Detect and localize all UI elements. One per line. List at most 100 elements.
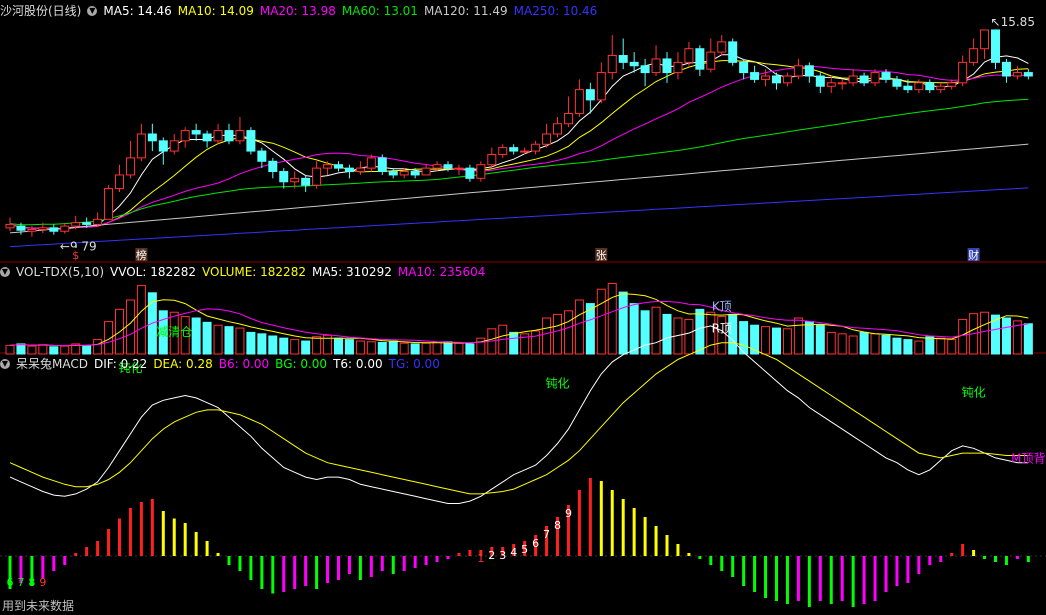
macd-bar (293, 556, 297, 589)
candle-body (914, 82, 924, 91)
volume-bar (651, 306, 661, 355)
macd-bar (588, 478, 592, 556)
macd-bar (818, 556, 822, 601)
volume-bar (848, 335, 858, 355)
volume-bar (279, 337, 289, 355)
macd-bar (183, 523, 187, 556)
volume-bar (476, 337, 486, 355)
volume-bar (793, 317, 803, 355)
candle-body (432, 164, 442, 169)
candle-body (936, 85, 946, 91)
indicator-5: TG: 0.00 (388, 357, 440, 371)
indicator-1: VOLUME: 182282 (202, 265, 306, 279)
candle-body (673, 61, 683, 74)
volume-bar (903, 339, 913, 355)
volume-bar (27, 345, 37, 355)
volume-bar (355, 340, 365, 355)
circle-arrow-icon[interactable]: ▼ (0, 267, 10, 277)
volume-bar (574, 299, 584, 355)
volume-bar (334, 337, 343, 355)
stock-title[interactable]: 沙河股份(日线) (0, 3, 81, 19)
volume-bar (235, 327, 245, 355)
macd-bar (118, 518, 121, 556)
macd-bar (775, 556, 778, 601)
macd-bar (950, 553, 954, 556)
volume-bar (531, 330, 541, 355)
macd-bar (172, 518, 176, 556)
candle-body (180, 130, 190, 142)
td-count: 7 (17, 576, 24, 589)
candle-body (71, 222, 81, 227)
circle-arrow-icon[interactable]: ▼ (87, 6, 98, 16)
volume-bar (16, 343, 26, 355)
macd-bar (260, 556, 264, 589)
macd-bar (840, 556, 844, 601)
volume-bar (257, 333, 267, 355)
candle-body (366, 157, 376, 169)
volume-title[interactable]: VOL-TDX(5,10) (16, 264, 104, 280)
candle-body (421, 167, 431, 176)
panel-grid (0, 261, 1046, 557)
macd-bar (358, 556, 362, 580)
candle-body (257, 150, 267, 162)
macd-bar (851, 556, 855, 607)
macd-bar (282, 556, 286, 592)
macd-bar (238, 556, 242, 571)
circle-arrow-icon[interactable]: ▼ (0, 359, 10, 369)
candle-body (684, 48, 694, 63)
candle-body (793, 65, 803, 77)
macd-bar (74, 553, 78, 556)
candle-body (279, 171, 289, 183)
candle-body (837, 82, 847, 85)
indicator-0: DIF: 0.22 (93, 357, 148, 371)
macd-bar (720, 556, 724, 571)
macd-bar (1004, 556, 1008, 565)
candle-body (925, 82, 935, 91)
indicator-4: MA120: 11.49 (423, 4, 508, 18)
ma120-line (9, 143, 1029, 234)
volume-bar (815, 324, 825, 355)
future-data-notice: 用到未来数据 (2, 599, 75, 613)
candle-body (815, 75, 825, 87)
macd-bar (1026, 556, 1030, 562)
macd-bar (85, 547, 89, 556)
candle-body (312, 167, 322, 186)
price-panel-header: 沙河股份(日线) ▼ MA5: 14.46 MA10: 14.09 MA20: 13… (0, 3, 609, 19)
candle-body (213, 130, 223, 142)
td-count: 3 (499, 549, 506, 562)
chart-canvas[interactable]: 钝化减清仓钝化K顶R顶钝化M顶背6 7 8 91 2 3 4 5 6789 ↖15.85←9.7… (0, 0, 1046, 615)
candlesticks (5, 29, 1033, 237)
indicator-0: VVOL: 182282 (110, 265, 197, 279)
candle-body (388, 171, 398, 176)
candle-body (487, 153, 497, 166)
candle-body (158, 140, 168, 152)
candle-body (607, 55, 617, 74)
macd-histogram (8, 478, 1030, 607)
volume-bar (629, 303, 639, 355)
volume-bar (312, 336, 322, 355)
candle-body (147, 133, 157, 142)
indicator-3: BG: 0.00 (275, 357, 328, 371)
candle-body (509, 147, 519, 152)
macd-bar (337, 556, 340, 580)
macd-bar (928, 556, 932, 565)
indicator-1: DEA: 0.28 (153, 357, 213, 371)
candle-body (695, 48, 705, 70)
macd-bar (676, 544, 680, 556)
volume-bar (980, 311, 990, 355)
volume-bar (958, 318, 968, 355)
volume-bar (563, 310, 573, 355)
candle-body (82, 222, 92, 225)
candle-body (859, 75, 869, 84)
candle-body (476, 164, 486, 179)
volume-bar (388, 340, 398, 355)
candle-body (947, 82, 957, 87)
macd-title[interactable]: 呆呆兔MACD (16, 356, 88, 372)
macd-bar (315, 556, 319, 589)
macd-bar (994, 556, 997, 562)
volume-bar (826, 331, 836, 355)
macd-annotation: 钝化 (545, 377, 569, 391)
macd-bar (643, 517, 647, 556)
macd-bar (895, 556, 899, 586)
candle-body (585, 89, 595, 101)
